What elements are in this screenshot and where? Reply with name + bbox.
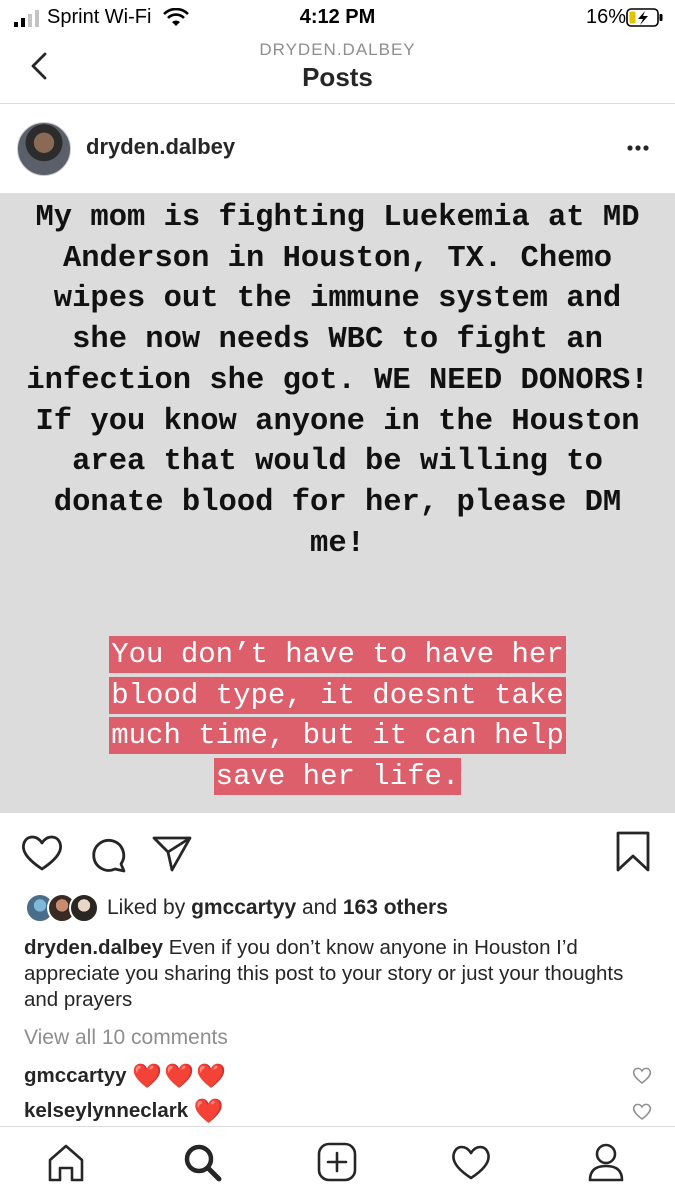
view-all-comments-link[interactable]: View all 10 comments bbox=[24, 1026, 228, 1050]
liker-avatar bbox=[69, 893, 99, 923]
header-username: DRYDEN.DALBEY bbox=[259, 40, 416, 59]
search-icon bbox=[184, 1144, 222, 1182]
home-icon bbox=[48, 1144, 84, 1182]
story-text: My mom is fighting Luekemia at MD Anders… bbox=[26, 201, 649, 561]
comment-like-button[interactable] bbox=[632, 1102, 652, 1122]
liked-by-prefix: Liked by bbox=[107, 896, 186, 919]
share-button[interactable] bbox=[151, 834, 193, 874]
comment-username[interactable]: kelseylynneclark bbox=[24, 1099, 188, 1122]
tab-activity[interactable] bbox=[449, 1140, 493, 1184]
post-caption: dryden.dalbey Even if you don’t know any… bbox=[24, 935, 654, 1013]
tab-new-post[interactable] bbox=[315, 1140, 359, 1184]
battery-charging-icon bbox=[626, 8, 663, 27]
comment-like-button[interactable] bbox=[632, 1066, 652, 1086]
comment-row: gmccartyy ❤️❤️❤️ bbox=[24, 1062, 228, 1091]
page-title: Posts bbox=[302, 62, 373, 92]
battery-percentage: 16% bbox=[586, 6, 627, 28]
avatar[interactable] bbox=[17, 122, 71, 176]
header-divider bbox=[0, 103, 675, 104]
likes-summary[interactable]: Liked by gmccartyy and 163 others bbox=[107, 896, 448, 920]
heart-icon bbox=[632, 1067, 652, 1084]
liked-by-and: and bbox=[301, 896, 338, 919]
ellipsis-icon bbox=[627, 145, 649, 151]
person-icon bbox=[588, 1143, 624, 1182]
bookmark-icon bbox=[616, 831, 650, 872]
more-options-button[interactable] bbox=[620, 130, 656, 166]
plus-square-icon bbox=[317, 1142, 357, 1182]
comment-text: ❤️ bbox=[193, 1098, 226, 1125]
like-button[interactable] bbox=[20, 833, 64, 873]
status-time: 4:12 PM bbox=[299, 6, 376, 28]
post-username[interactable]: dryden.dalbey bbox=[86, 134, 235, 160]
comment-button[interactable] bbox=[88, 834, 128, 874]
comment-bubble-icon bbox=[92, 838, 126, 873]
tab-home[interactable] bbox=[44, 1140, 88, 1184]
heart-icon bbox=[22, 835, 62, 871]
comment-text: ❤️❤️❤️ bbox=[132, 1063, 228, 1090]
highlight-line: save her life. bbox=[213, 758, 462, 796]
heart-icon bbox=[452, 1145, 490, 1180]
comment-username[interactable]: gmccartyy bbox=[24, 1064, 127, 1087]
save-button[interactable] bbox=[614, 830, 652, 874]
send-icon bbox=[152, 836, 192, 872]
tab-profile[interactable] bbox=[584, 1140, 628, 1184]
highlight-line: blood type, it doesnt take bbox=[109, 676, 566, 714]
highlighted-story-text: You don’t have to have her blood type, i… bbox=[15, 635, 660, 798]
comment-row: kelseylynneclark ❤️ bbox=[24, 1097, 226, 1126]
highlight-line: You don’t have to have her bbox=[109, 636, 566, 673]
liked-by-others[interactable]: 163 others bbox=[343, 896, 448, 919]
highlight-line: much time, but it can help bbox=[109, 717, 566, 755]
tab-search[interactable] bbox=[180, 1140, 224, 1184]
liked-by-user[interactable]: gmccartyy bbox=[191, 896, 296, 919]
caption-username[interactable]: dryden.dalbey bbox=[24, 936, 163, 959]
heart-icon bbox=[632, 1103, 652, 1120]
